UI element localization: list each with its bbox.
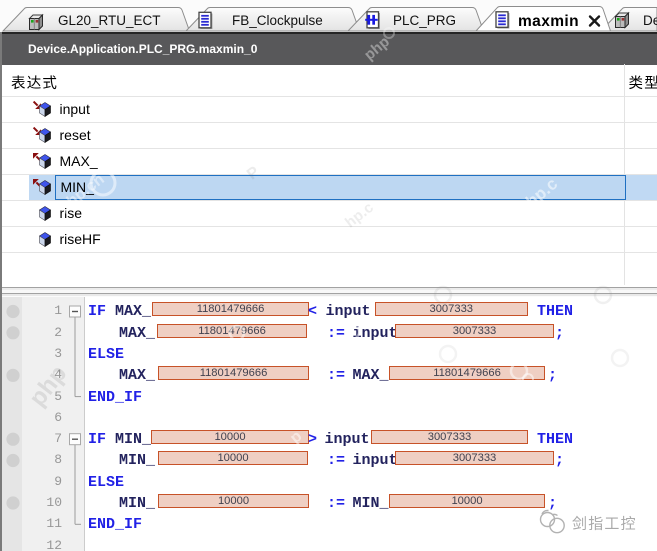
svg-text:剑指工控: 剑指工控: [572, 516, 637, 533]
